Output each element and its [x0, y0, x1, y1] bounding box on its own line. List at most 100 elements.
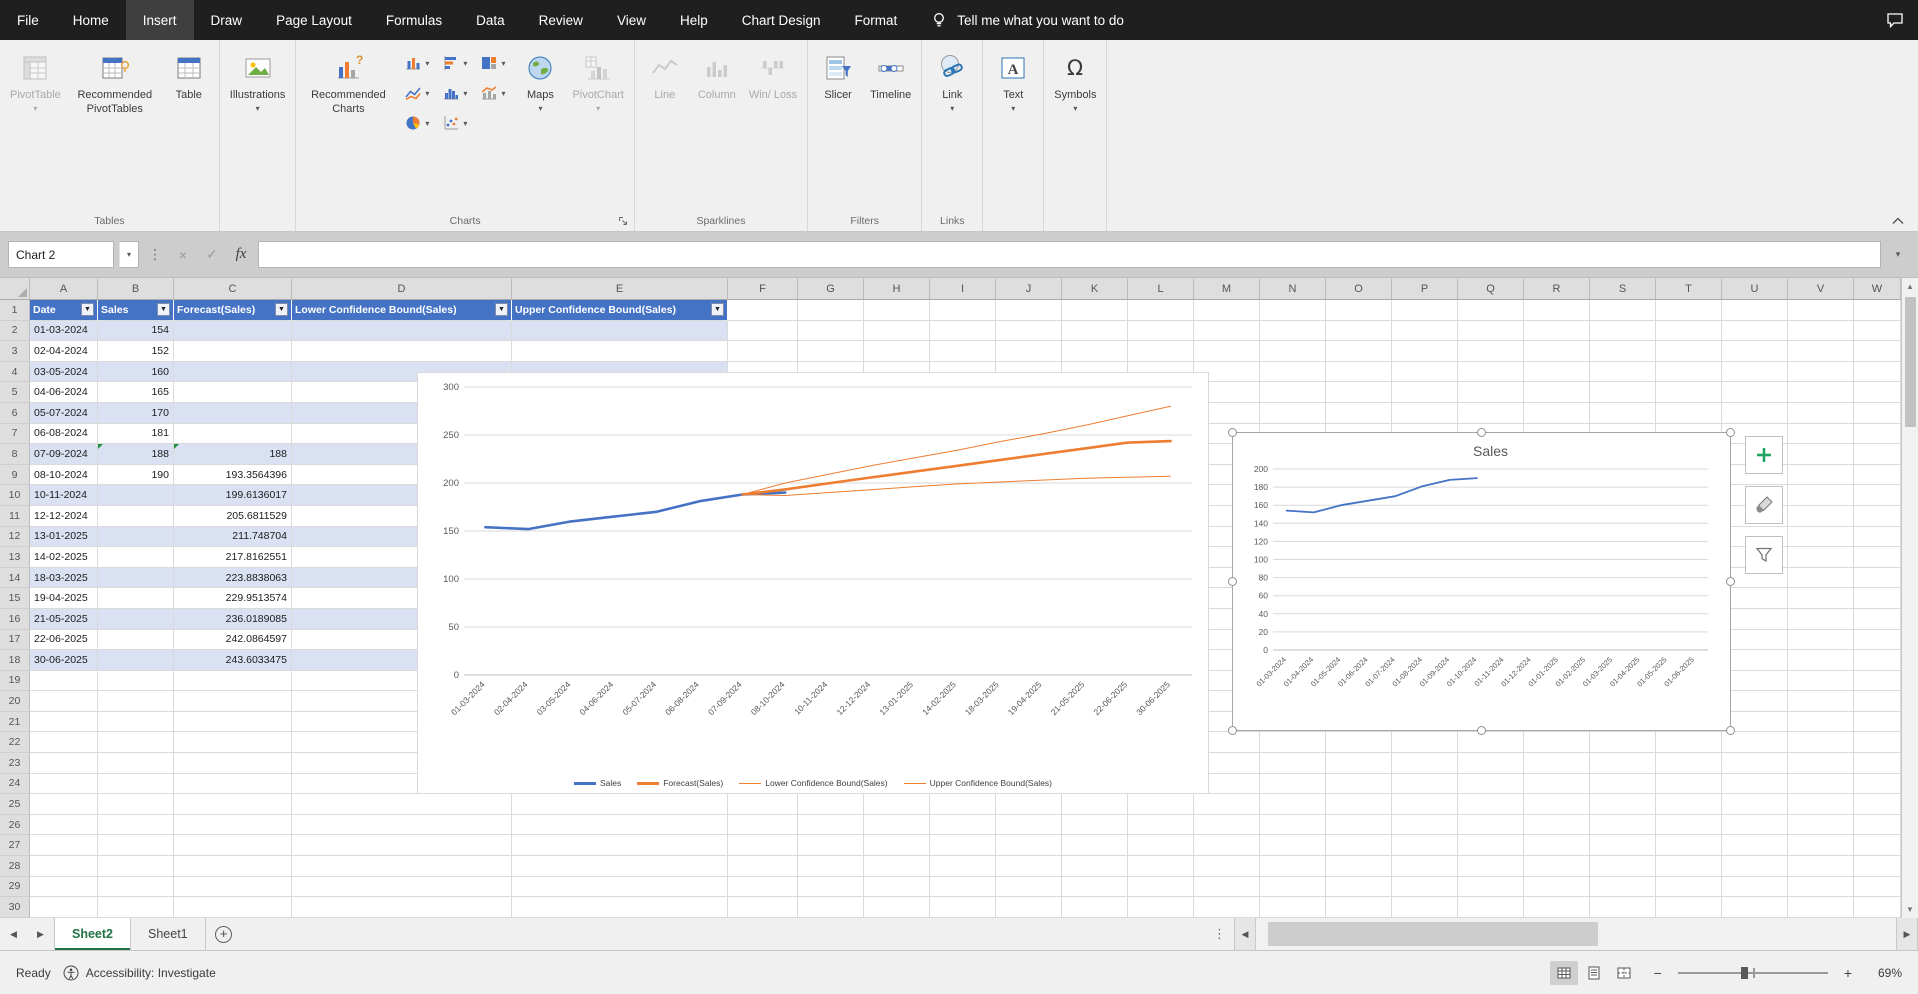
cell-K29[interactable]	[1062, 877, 1128, 898]
cell-I25[interactable]	[930, 794, 996, 815]
cell-Q24[interactable]	[1458, 774, 1524, 795]
sparkline-winloss-button[interactable]: Win/ Loss	[744, 43, 802, 105]
cell-I3[interactable]	[930, 341, 996, 362]
cell-T22[interactable]	[1656, 732, 1722, 753]
cell-S2[interactable]	[1590, 321, 1656, 342]
cell-H26[interactable]	[864, 815, 930, 836]
column-header-n[interactable]: N	[1260, 278, 1326, 299]
cell-V14[interactable]	[1788, 568, 1854, 589]
row-header-15[interactable]: 15	[0, 588, 30, 609]
row-header-24[interactable]: 24	[0, 774, 30, 795]
zoom-slider[interactable]	[1678, 972, 1828, 974]
cell-U25[interactable]	[1722, 794, 1788, 815]
cell-P1[interactable]	[1392, 300, 1458, 321]
cell-A29[interactable]	[30, 877, 98, 898]
column-header-m[interactable]: M	[1194, 278, 1260, 299]
cell-U15[interactable]	[1722, 588, 1788, 609]
cell-C1[interactable]: Forecast(Sales)▼	[174, 300, 292, 321]
cell-C7[interactable]	[174, 424, 292, 445]
row-header-6[interactable]: 6	[0, 403, 30, 424]
illustrations-button[interactable]: Illustrations▾	[225, 43, 291, 115]
row-header-23[interactable]: 23	[0, 753, 30, 774]
cell-U28[interactable]	[1722, 856, 1788, 877]
cell-H25[interactable]	[864, 794, 930, 815]
cell-S28[interactable]	[1590, 856, 1656, 877]
table-button[interactable]: Table	[164, 43, 214, 105]
cell-L28[interactable]	[1128, 856, 1194, 877]
cell-G30[interactable]	[798, 897, 864, 918]
cell-B25[interactable]	[98, 794, 174, 815]
cell-P4[interactable]	[1392, 362, 1458, 383]
cell-M28[interactable]	[1194, 856, 1260, 877]
cell-M30[interactable]	[1194, 897, 1260, 918]
cell-E25[interactable]	[512, 794, 728, 815]
cell-C26[interactable]	[174, 815, 292, 836]
cell-B3[interactable]: 152	[98, 341, 174, 362]
cell-A17[interactable]: 22-06-2025	[30, 630, 98, 651]
cell-Q22[interactable]	[1458, 732, 1524, 753]
cell-V16[interactable]	[1788, 609, 1854, 630]
row-header-4[interactable]: 4	[0, 362, 30, 383]
row-header-11[interactable]: 11	[0, 506, 30, 527]
cell-P5[interactable]	[1392, 382, 1458, 403]
cell-F3[interactable]	[728, 341, 798, 362]
row-header-22[interactable]: 22	[0, 732, 30, 753]
cell-J25[interactable]	[996, 794, 1062, 815]
cell-V5[interactable]	[1788, 382, 1854, 403]
cell-N24[interactable]	[1260, 774, 1326, 795]
cell-R5[interactable]	[1524, 382, 1590, 403]
cell-L27[interactable]	[1128, 835, 1194, 856]
column-header-c[interactable]: C	[174, 278, 292, 299]
cell-C12[interactable]: 211.748704	[174, 527, 292, 548]
tab-page-layout[interactable]: Page Layout	[259, 0, 369, 40]
cell-O22[interactable]	[1326, 732, 1392, 753]
column-header-f[interactable]: F	[728, 278, 798, 299]
cell-V10[interactable]	[1788, 485, 1854, 506]
selection-handle[interactable]	[1477, 726, 1486, 735]
cell-W21[interactable]	[1854, 712, 1901, 733]
cell-T1[interactable]	[1656, 300, 1722, 321]
normal-view-button[interactable]	[1550, 961, 1578, 985]
cell-N23[interactable]	[1260, 753, 1326, 774]
column-header-w[interactable]: W	[1854, 278, 1901, 299]
sales-chart[interactable]: Sales02040608010012014016018020001-03-20…	[1232, 432, 1731, 731]
column-header-t[interactable]: T	[1656, 278, 1722, 299]
insert-line-chart-button[interactable]: ▾	[405, 85, 429, 101]
cell-W22[interactable]	[1854, 732, 1901, 753]
cell-D3[interactable]	[292, 341, 512, 362]
vertical-scroll-thumb[interactable]	[1905, 297, 1916, 427]
column-header-d[interactable]: D	[292, 278, 512, 299]
selection-handle[interactable]	[1477, 428, 1486, 437]
cell-V1[interactable]	[1788, 300, 1854, 321]
sparkline-line-button[interactable]: Line	[640, 43, 690, 105]
tab-file[interactable]: File	[0, 0, 56, 40]
cell-O28[interactable]	[1326, 856, 1392, 877]
cell-A7[interactable]: 06-08-2024	[30, 424, 98, 445]
cell-C6[interactable]	[174, 403, 292, 424]
row-header-5[interactable]: 5	[0, 382, 30, 403]
column-header-u[interactable]: U	[1722, 278, 1788, 299]
cell-M1[interactable]	[1194, 300, 1260, 321]
cell-H29[interactable]	[864, 877, 930, 898]
cell-C27[interactable]	[174, 835, 292, 856]
cell-L25[interactable]	[1128, 794, 1194, 815]
cell-B14[interactable]	[98, 568, 174, 589]
cell-V28[interactable]	[1788, 856, 1854, 877]
cell-T2[interactable]	[1656, 321, 1722, 342]
formula-input[interactable]	[258, 241, 1881, 268]
cell-J27[interactable]	[996, 835, 1062, 856]
selection-handle[interactable]	[1726, 577, 1735, 586]
cell-T29[interactable]	[1656, 877, 1722, 898]
cell-A19[interactable]	[30, 671, 98, 692]
tab-help[interactable]: Help	[663, 0, 725, 40]
cell-A2[interactable]: 01-03-2024	[30, 321, 98, 342]
cell-E1[interactable]: Upper Confidence Bound(Sales)▼	[512, 300, 728, 321]
cell-P28[interactable]	[1392, 856, 1458, 877]
cell-S3[interactable]	[1590, 341, 1656, 362]
cell-J28[interactable]	[996, 856, 1062, 877]
cell-V19[interactable]	[1788, 671, 1854, 692]
cell-W7[interactable]	[1854, 424, 1901, 445]
tab-formulas[interactable]: Formulas	[369, 0, 459, 40]
cell-G1[interactable]	[798, 300, 864, 321]
cell-R25[interactable]	[1524, 794, 1590, 815]
